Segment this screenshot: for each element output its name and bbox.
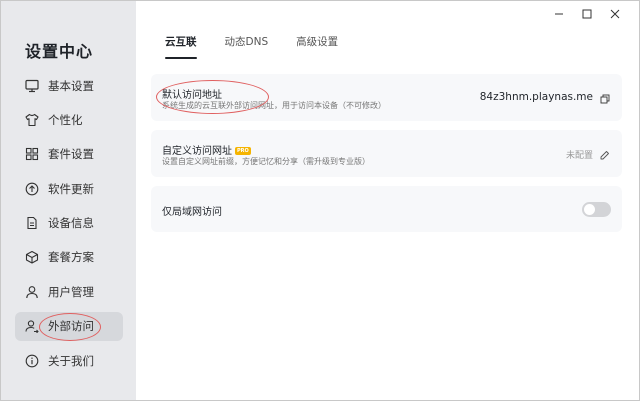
copy-icon: [600, 94, 609, 103]
default-address-value: 84z3hnm.playnas.me: [479, 91, 593, 103]
close-icon: [610, 9, 620, 19]
user-icon: [25, 285, 39, 299]
edit-button[interactable]: [599, 149, 610, 160]
settings-window: 设置中心 基本设置 个性化 套件设置 软件更新 设备信息 套餐方案 用户管理 外…: [0, 0, 640, 401]
tab-advanced-settings[interactable]: 高级设置: [282, 33, 352, 59]
default-address-description: 系统生成的云互联外部访问网址，用于访问本设备（不可修改）: [162, 101, 386, 110]
sidebar-item-about[interactable]: 关于我们: [15, 346, 123, 375]
lan-only-title: 仅局域网访问: [162, 207, 222, 218]
lan-only-card: 仅局域网访问: [151, 186, 622, 232]
copy-button[interactable]: [599, 93, 610, 104]
tab-bar: 云互联 动态DNS 高级设置: [151, 33, 352, 59]
tab-cloud-connect[interactable]: 云互联: [151, 33, 211, 59]
maximize-icon: [582, 9, 592, 19]
sidebar: 设置中心 基本设置 个性化 套件设置 软件更新 设备信息 套餐方案 用户管理 外…: [1, 1, 136, 400]
sidebar-item-software-update[interactable]: 软件更新: [15, 174, 123, 203]
upload-circle-icon: [25, 182, 39, 196]
sidebar-item-plan[interactable]: 套餐方案: [15, 243, 123, 272]
sidebar-item-user-management[interactable]: 用户管理: [15, 277, 123, 306]
sidebar-item-label: 用户管理: [48, 284, 94, 299]
custom-address-description: 设置自定义网址前缀，方便记忆和分享（需升级到专业版）: [162, 157, 370, 166]
sidebar-nav: 基本设置 个性化 套件设置 软件更新 设备信息 套餐方案 用户管理 外部访问 关…: [15, 71, 123, 381]
sidebar-item-personalize[interactable]: 个性化: [15, 105, 123, 134]
info-icon: [25, 354, 39, 368]
custom-address-title: 自定义访问网址 PRO: [162, 142, 251, 157]
sidebar-item-label: 软件更新: [48, 181, 94, 196]
sidebar-item-label: 外部访问: [48, 319, 94, 334]
custom-address-status: 未配置: [565, 151, 593, 161]
sidebar-item-label: 关于我们: [48, 353, 94, 368]
minimize-button[interactable]: [545, 5, 573, 23]
toggle-knob: [584, 204, 595, 215]
monitor-icon: [25, 79, 39, 93]
default-address-card: 默认访问地址 系统生成的云互联外部访问网址，用于访问本设备（不可修改） 84z3…: [151, 74, 622, 121]
grid-icon: [25, 147, 39, 161]
sidebar-item-basic-settings[interactable]: 基本设置: [15, 71, 123, 100]
minimize-icon: [555, 13, 563, 15]
external-user-icon: [25, 319, 39, 334]
sidebar-item-suite-settings[interactable]: 套件设置: [15, 140, 123, 169]
app-title: 设置中心: [25, 42, 94, 61]
sidebar-item-label: 设备信息: [48, 216, 94, 231]
default-address-title: 默认访问地址: [162, 90, 222, 101]
window-controls: [545, 5, 629, 23]
package-icon: [25, 250, 39, 265]
edit-icon: [600, 150, 609, 159]
sidebar-item-device-info[interactable]: 设备信息: [15, 209, 123, 238]
sidebar-item-label: 基本设置: [48, 78, 94, 93]
document-icon: [25, 216, 39, 230]
lan-only-toggle[interactable]: [582, 202, 611, 217]
sidebar-item-label: 套件设置: [48, 147, 94, 162]
maximize-button[interactable]: [573, 5, 601, 23]
sidebar-item-external-access[interactable]: 外部访问: [15, 311, 123, 341]
shirt-icon: [25, 113, 39, 127]
tab-dynamic-dns[interactable]: 动态DNS: [211, 33, 283, 59]
close-button[interactable]: [601, 5, 629, 23]
sidebar-item-label: 套餐方案: [48, 250, 94, 265]
pro-badge: PRO: [235, 147, 251, 155]
sidebar-item-label: 个性化: [48, 112, 83, 127]
custom-address-card: 自定义访问网址 PRO 设置自定义网址前缀，方便记忆和分享（需升级到专业版） 未配…: [151, 130, 622, 177]
